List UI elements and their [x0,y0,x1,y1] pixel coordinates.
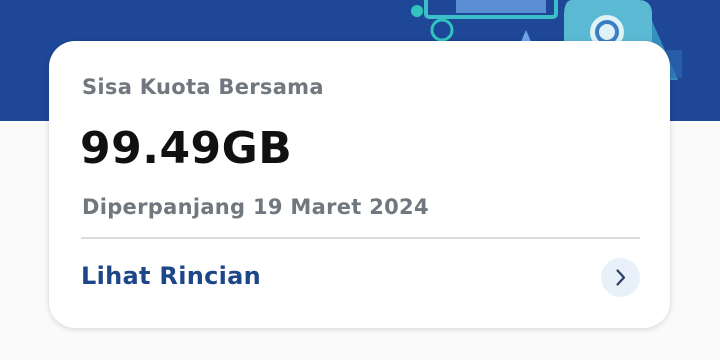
view-details-row[interactable]: Lihat Rincian [49,239,670,319]
renewal-date: Diperpanjang 19 Maret 2024 [82,195,429,219]
view-details-button[interactable] [601,258,640,297]
view-details-link[interactable]: Lihat Rincian [81,262,261,290]
quota-label: Sisa Kuota Bersama [82,75,324,99]
quota-value: 99.49GB [80,123,293,174]
quota-card: Sisa Kuota Bersama 99.49GB Diperpanjang … [49,41,670,328]
chevron-right-icon [616,269,626,286]
